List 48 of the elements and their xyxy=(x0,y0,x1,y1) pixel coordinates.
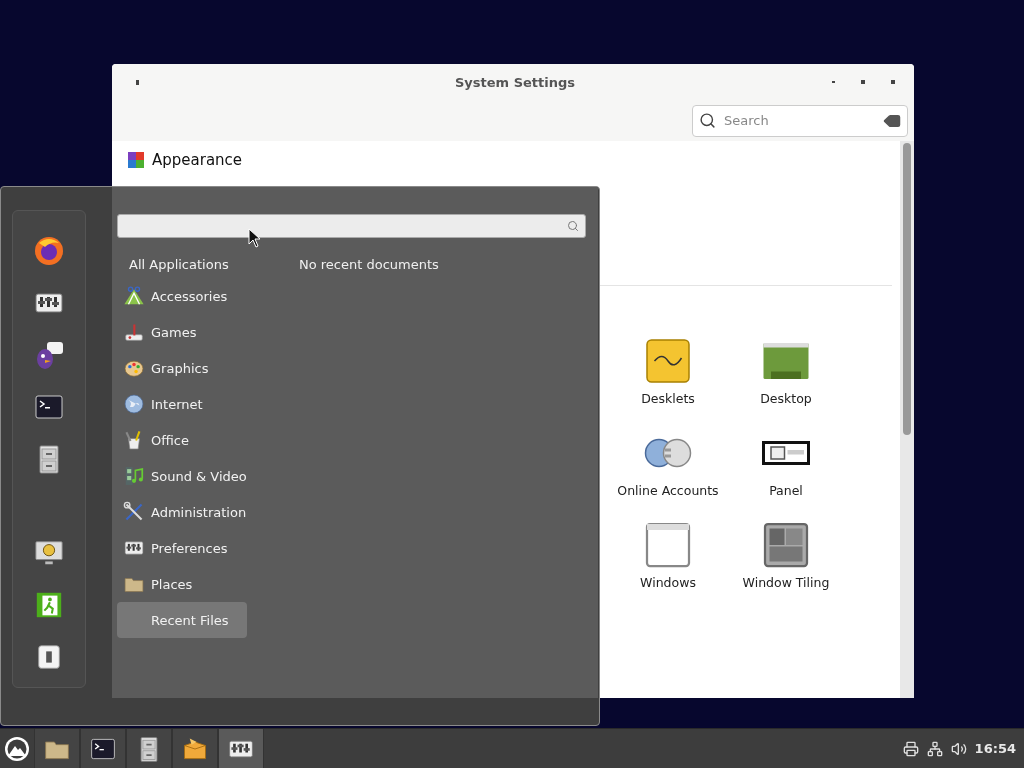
settings-item-label[interactable]: Window Tiling xyxy=(742,575,830,590)
taskbar-launcher[interactable] xyxy=(218,729,264,768)
category-item[interactable]: Places xyxy=(117,566,247,602)
printer-icon[interactable] xyxy=(902,740,919,757)
scissors-ruler-icon xyxy=(123,285,145,307)
taskbar-launcher[interactable] xyxy=(172,729,218,768)
settings-item-label[interactable]: Panel xyxy=(769,483,803,498)
search-icon xyxy=(567,220,579,232)
window-title: System Settings xyxy=(453,74,576,90)
scrollbar-thumb[interactable] xyxy=(903,143,911,435)
settings-item-label[interactable]: Desklets xyxy=(641,391,695,406)
category-item[interactable]: Office xyxy=(117,422,247,458)
section-heading: Appearance xyxy=(152,151,243,169)
scrollbar[interactable] xyxy=(900,141,914,698)
window-icon xyxy=(644,521,692,569)
color-square-icon xyxy=(128,152,144,168)
mouse-cursor-icon xyxy=(248,228,262,248)
search-icon xyxy=(699,112,716,129)
settings-item-label[interactable]: Online Accounts xyxy=(617,483,719,498)
settings-item-label[interactable]: Desktop xyxy=(760,391,812,406)
category-item[interactable]: Graphics xyxy=(117,350,247,386)
category-item[interactable]: Sound & Video xyxy=(117,458,253,494)
menu-search-field[interactable] xyxy=(117,214,586,238)
tiled-window-icon xyxy=(762,521,810,569)
category-item[interactable]: Administration xyxy=(117,494,253,530)
settings-item-label[interactable]: Windows xyxy=(640,575,696,590)
volume-icon[interactable] xyxy=(950,740,967,757)
exit-icon xyxy=(34,590,64,620)
sticky-note-icon xyxy=(644,337,692,385)
taskbar-launcher[interactable] xyxy=(34,729,80,768)
joystick-icon xyxy=(123,321,145,343)
category-item[interactable]: Games xyxy=(117,314,247,350)
search-box[interactable]: Search xyxy=(692,104,908,137)
taskbar-launcher[interactable] xyxy=(126,729,172,768)
category-item[interactable]: Preferences xyxy=(117,530,247,566)
category-item[interactable]: Accessories xyxy=(117,278,247,314)
taskbar-launcher[interactable] xyxy=(80,729,126,768)
category-item[interactable]: Internet xyxy=(117,386,247,422)
category-item[interactable]: Recent Files xyxy=(117,602,247,638)
network-icon[interactable] xyxy=(926,740,943,757)
globe-icon xyxy=(123,393,145,415)
empty-message: No recent documents xyxy=(299,258,439,272)
globe-icon xyxy=(33,235,65,267)
tools-icon xyxy=(123,501,145,523)
clock[interactable]: 16:54 xyxy=(974,741,1016,756)
film-music-icon xyxy=(123,465,145,487)
mountain-logo-icon xyxy=(3,734,31,763)
category-item[interactable]: All Applications xyxy=(117,250,247,278)
